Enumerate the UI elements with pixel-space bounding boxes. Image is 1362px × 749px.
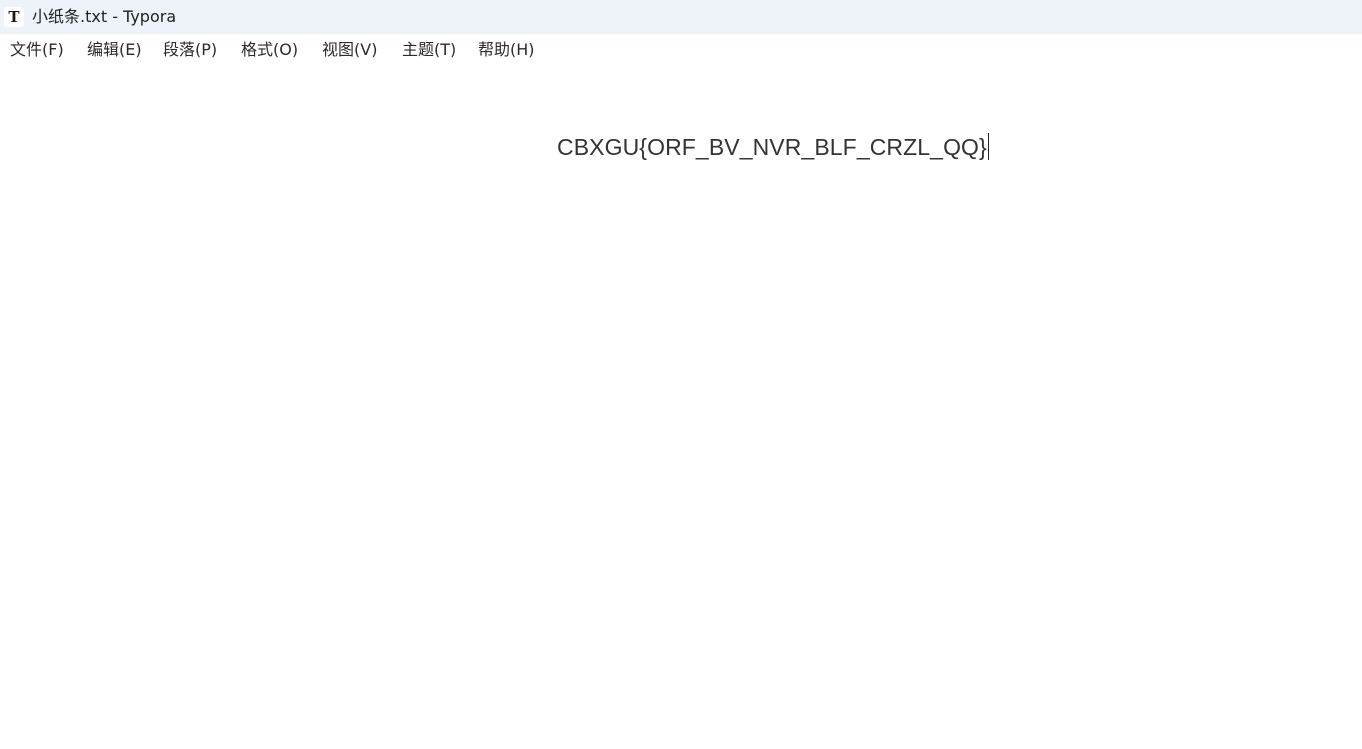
menu-bar: 文件(F) 编辑(E) 段落(P) 格式(O) 视图(V) 主题(T) 帮助(H… xyxy=(0,34,1362,66)
menu-paragraph[interactable]: 段落(P) xyxy=(161,39,219,61)
typora-app-icon: T xyxy=(4,7,24,27)
editor-area[interactable]: CBXGU{ORF_BV_NVR_BLF_CRZL_QQ} xyxy=(0,66,1362,749)
title-bar: T 小纸条.txt - Typora xyxy=(0,0,1362,34)
text-caret xyxy=(987,133,989,160)
menu-view[interactable]: 视图(V) xyxy=(320,39,379,61)
window-title: 小纸条.txt - Typora xyxy=(32,7,177,26)
menu-file[interactable]: 文件(F) xyxy=(8,39,66,61)
document-text-line[interactable]: CBXGU{ORF_BV_NVR_BLF_CRZL_QQ} xyxy=(557,132,989,162)
menu-edit[interactable]: 编辑(E) xyxy=(85,39,144,61)
menu-format[interactable]: 格式(O) xyxy=(239,39,300,61)
menu-help[interactable]: 帮助(H) xyxy=(476,39,537,61)
document-text[interactable]: CBXGU{ORF_BV_NVR_BLF_CRZL_QQ} xyxy=(557,134,987,160)
menu-theme[interactable]: 主题(T) xyxy=(400,39,458,61)
